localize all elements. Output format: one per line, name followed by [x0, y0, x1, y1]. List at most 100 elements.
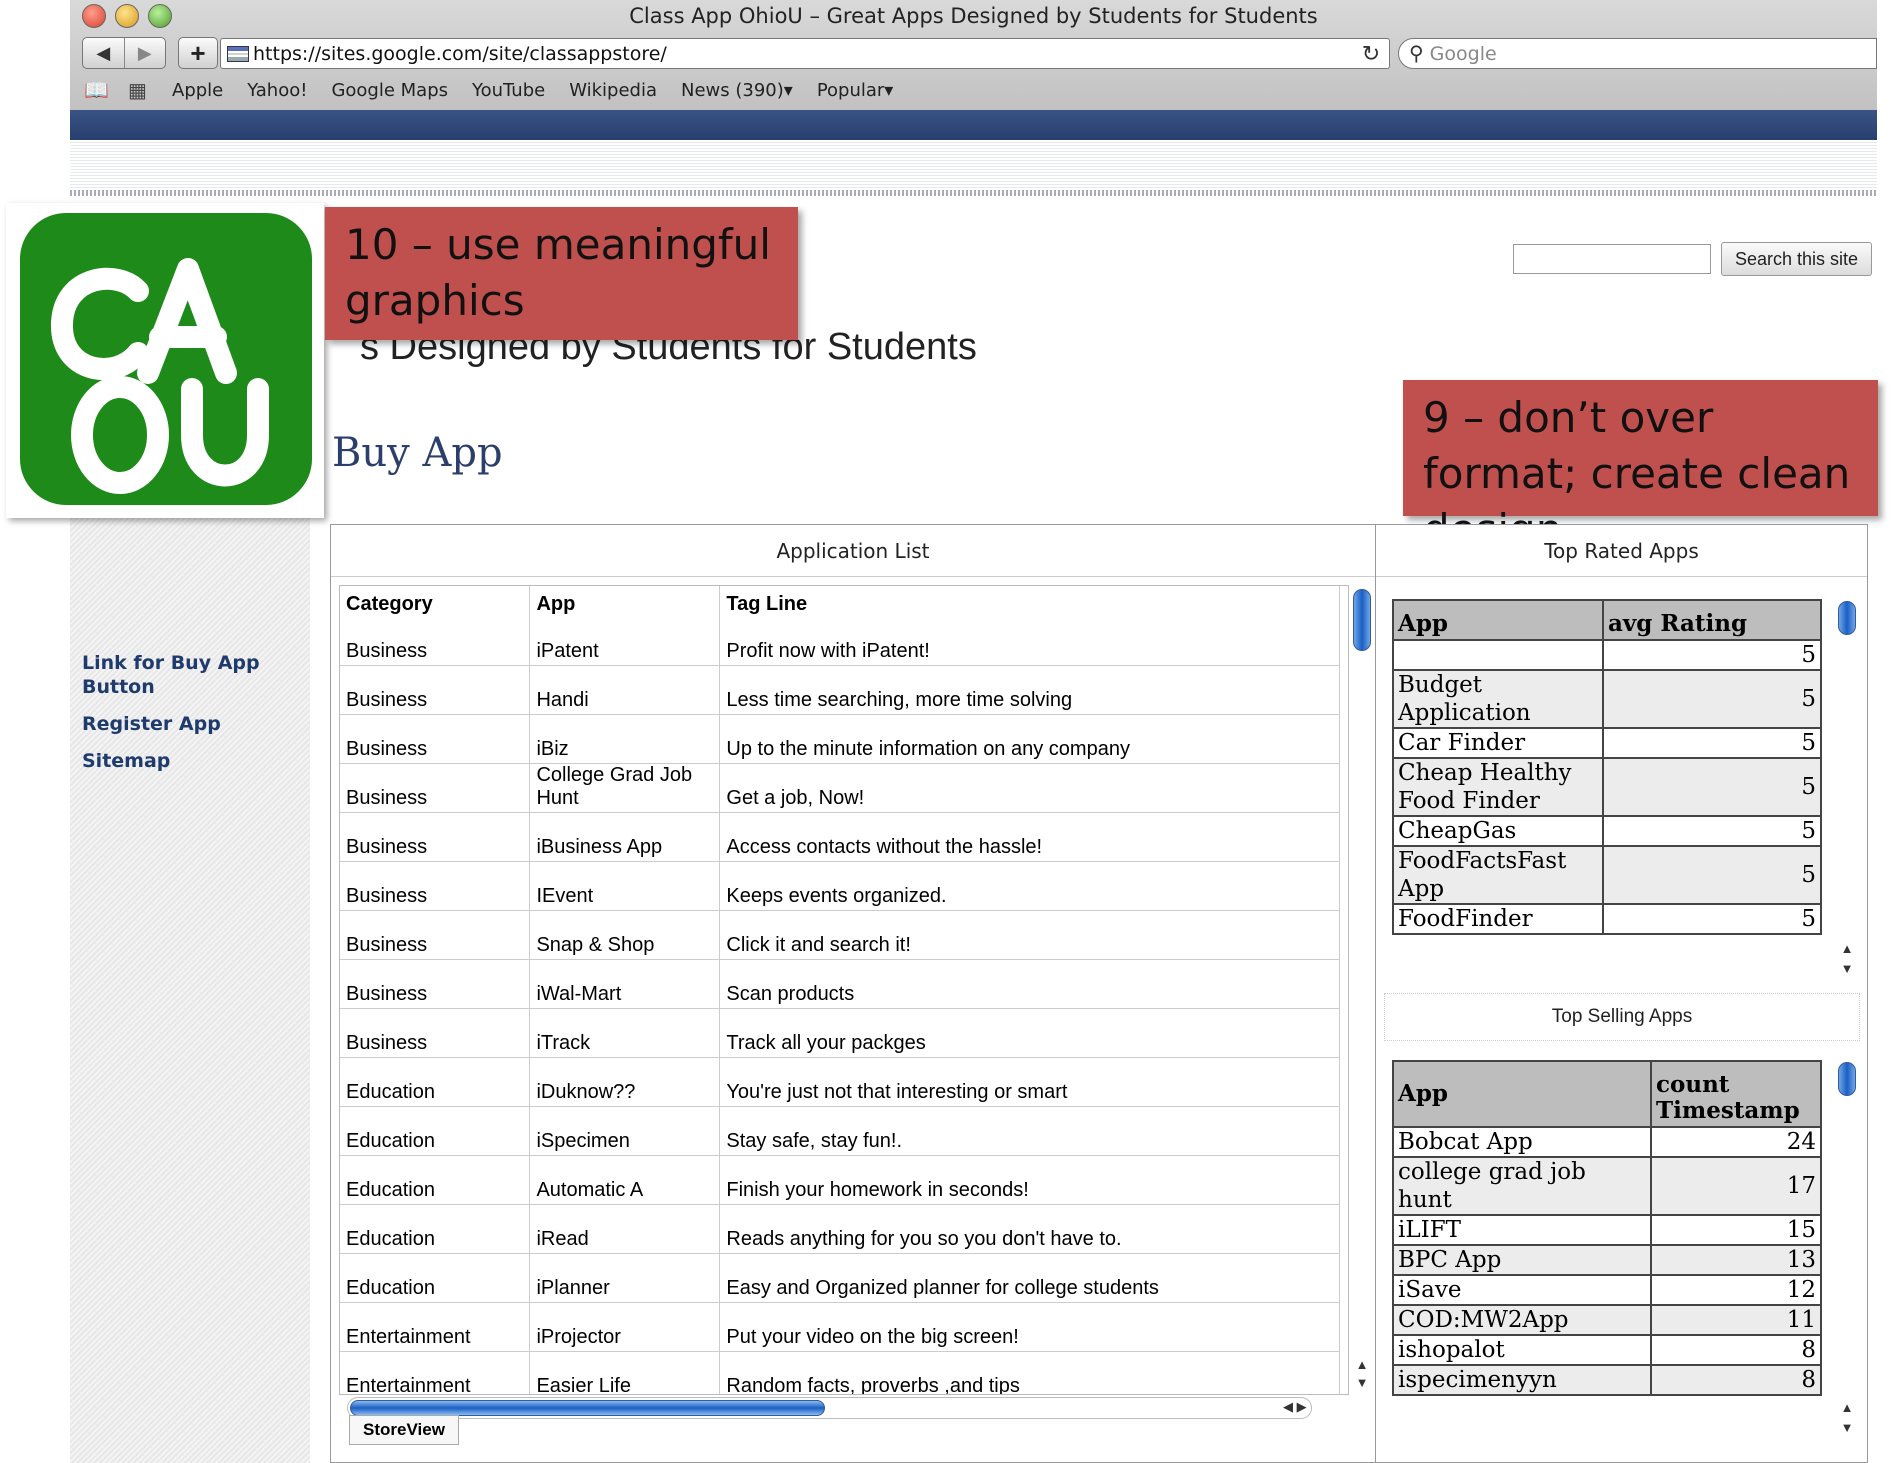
nav-link-button[interactable]: Button — [82, 676, 155, 698]
table-row[interactable]: ishopalot 8 — [1392, 1334, 1822, 1366]
cell-tag-line: Click it and search it! — [719, 910, 1340, 960]
horizontal-scroll-arrows-icon[interactable]: ◀ ▶ — [1283, 1399, 1307, 1415]
browser-search-input[interactable]: ⚲ Google — [1398, 38, 1877, 69]
bookmark-wikipedia[interactable]: Wikipedia — [569, 80, 657, 101]
cell-app: iDuknow?? — [529, 1057, 721, 1107]
cell-tag-line: Scan products — [719, 959, 1340, 1009]
forward-button[interactable]: ▶ — [123, 38, 166, 68]
table-row[interactable]: COD:MW2App 11 — [1392, 1304, 1822, 1336]
table-row[interactable]: Education iDuknow?? You're just not that i… — [340, 1057, 1340, 1107]
bookmark-yahoo[interactable]: Yahoo! — [247, 80, 307, 101]
url-text: https://sites.google.com/site/classappst… — [253, 42, 667, 65]
cell-tag-line: Profit now with iPatent! — [719, 616, 1340, 666]
table-row[interactable]: iSave 12 — [1392, 1274, 1822, 1306]
column-header-tag-line[interactable]: Tag Line — [719, 586, 1340, 616]
bookmark-popular[interactable]: Popular▾ — [817, 80, 894, 101]
horizontal-scroll-thumb[interactable] — [350, 1400, 825, 1416]
table-row[interactable]: 5 — [1392, 639, 1822, 671]
application-list-vertical-scrollbar[interactable]: ▲ ▼ — [1351, 585, 1373, 1395]
scroll-down-arrow-icon[interactable]: ▼ — [1836, 1420, 1858, 1438]
table-row[interactable]: Business Handi Less time searching, more t… — [340, 665, 1340, 715]
table-row[interactable]: college grad job hunt 17 — [1392, 1156, 1822, 1216]
reload-icon[interactable]: ↻ — [1353, 41, 1389, 67]
cell-tag-line: Track all your packges — [719, 1008, 1340, 1058]
table-row[interactable]: FoodFactsFast App 5 — [1392, 845, 1822, 905]
storeview-button[interactable]: StoreView — [349, 1415, 459, 1445]
table-row[interactable]: ispecimenyyn 8 — [1392, 1364, 1822, 1396]
cell-category: Entertainment — [340, 1351, 531, 1394]
cell-app: iLIFT — [1392, 1214, 1652, 1246]
scroll-up-arrow-icon[interactable]: ▲ — [1836, 1400, 1858, 1418]
table-row[interactable]: iLIFT 15 — [1392, 1214, 1822, 1246]
table-row[interactable]: Education iSpecimen Stay safe, stay fun!. — [340, 1106, 1340, 1156]
table-header-row: App count Timestamp — [1392, 1060, 1822, 1128]
scroll-down-arrow-icon[interactable]: ▼ — [1351, 1375, 1373, 1393]
scroll-up-arrow-icon[interactable]: ▲ — [1836, 941, 1858, 959]
table-row[interactable]: Business College Grad Job Hunt Get a job, … — [340, 763, 1340, 813]
bookmark-google-maps[interactable]: Google Maps — [331, 80, 448, 101]
table-row[interactable]: Cheap Healthy Food Finder 5 — [1392, 757, 1822, 817]
table-row[interactable]: Education iPlanner Easy and Organized plan… — [340, 1253, 1340, 1303]
annotation-tip-10: 10 – use meaningful graphics — [325, 207, 798, 340]
cell-tag-line: Put your video on the big screen! — [719, 1302, 1340, 1352]
plus-icon: + — [190, 37, 206, 68]
grid-icon[interactable]: ▦ — [128, 78, 172, 103]
cell-app: iWal-Mart — [529, 959, 721, 1009]
bookmark-youtube[interactable]: YouTube — [472, 80, 545, 101]
cell-category: Business — [340, 812, 531, 862]
bookmark-news[interactable]: News (390)▾ — [681, 80, 793, 101]
cell-tag-line: Less time searching, more time solving — [719, 665, 1340, 715]
vertical-scroll-thumb[interactable] — [1838, 601, 1856, 635]
table-row[interactable]: Business iBiz Up to the minute information… — [340, 714, 1340, 764]
nav-link-sitemap[interactable]: Sitemap — [82, 750, 170, 772]
table-row[interactable]: Business iPatent Profit now with iPatent! — [340, 616, 1340, 666]
top-rated-vertical-scrollbar[interactable]: ▲ ▼ — [1836, 599, 1858, 984]
table-row[interactable]: Business Snap & Shop Click it and search i… — [340, 910, 1340, 960]
table-row[interactable]: Entertainment Easier Life Random facts, pr… — [340, 1351, 1340, 1394]
column-header-category[interactable]: Category — [340, 586, 531, 616]
cell-tag-line: You're just not that interesting or smar… — [719, 1057, 1340, 1107]
table-row[interactable]: BPC App 13 — [1392, 1244, 1822, 1276]
top-rated-table: App avg Rating 5 Budget Application 5 Car F… — [1392, 599, 1822, 935]
search-site-button[interactable]: Search this site — [1721, 242, 1872, 276]
cell-tag-line: Reads anything for you so you don't have… — [719, 1204, 1340, 1254]
nav-link-register-app[interactable]: Register App — [82, 713, 221, 735]
address-bar[interactable]: https://sites.google.com/site/classappst… — [220, 38, 1390, 69]
site-search-input[interactable] — [1513, 244, 1711, 274]
scroll-down-arrow-icon[interactable]: ▼ — [1836, 961, 1858, 979]
table-row[interactable]: Entertainment iProjector Put your video on… — [340, 1302, 1340, 1352]
table-row[interactable]: Business IEvent Keeps events organized. — [340, 861, 1340, 911]
vertical-scroll-thumb[interactable] — [1353, 589, 1371, 651]
back-button[interactable]: ◀ — [83, 38, 124, 68]
top-selling-title: Top Selling Apps — [1384, 993, 1860, 1041]
column-header-app: App — [1392, 599, 1604, 641]
table-row[interactable]: Budget Application 5 — [1392, 669, 1822, 729]
table-row[interactable]: FoodFinder 5 — [1392, 903, 1822, 935]
table-row[interactable]: CheapGas 5 — [1392, 815, 1822, 847]
cell-category: Business — [340, 763, 531, 813]
table-row[interactable]: Business iWal-Mart Scan products — [340, 959, 1340, 1009]
top-selling-vertical-scrollbar[interactable]: ▲ ▼ — [1836, 1060, 1858, 1440]
application-list-horizontal-scrollbar[interactable] — [347, 1397, 1312, 1419]
add-bookmark-button[interactable]: + — [178, 37, 218, 69]
bookmark-apple[interactable]: Apple — [172, 80, 223, 101]
table-row[interactable]: Business iBusiness App Access contacts wit… — [340, 812, 1340, 862]
cell-avg-rating: 5 — [1602, 669, 1822, 729]
cell-category: Education — [340, 1155, 531, 1205]
cell-app: Automatic A — [529, 1155, 721, 1205]
cell-app: ispecimenyyn — [1392, 1364, 1652, 1396]
search-icon: ⚲ — [1409, 43, 1424, 65]
table-row[interactable]: Bobcat App 24 — [1392, 1126, 1822, 1158]
table-row[interactable]: Education iRead Reads anything for you so … — [340, 1204, 1340, 1254]
cell-category: Business — [340, 861, 531, 911]
scroll-up-arrow-icon[interactable]: ▲ — [1351, 1357, 1373, 1375]
open-book-icon[interactable]: 📖 — [84, 78, 128, 103]
column-header-app[interactable]: App — [529, 586, 721, 616]
cell-category: Entertainment — [340, 1302, 531, 1352]
table-row[interactable]: Business iTrack Track all your packges — [340, 1008, 1340, 1058]
table-row[interactable]: Education Automatic A Finish your homework… — [340, 1155, 1340, 1205]
vertical-scroll-thumb[interactable] — [1838, 1062, 1856, 1096]
cell-avg-rating: 5 — [1602, 639, 1822, 671]
nav-link-buy-app[interactable]: Link for Buy App — [82, 652, 260, 674]
table-row[interactable]: Car Finder 5 — [1392, 727, 1822, 759]
